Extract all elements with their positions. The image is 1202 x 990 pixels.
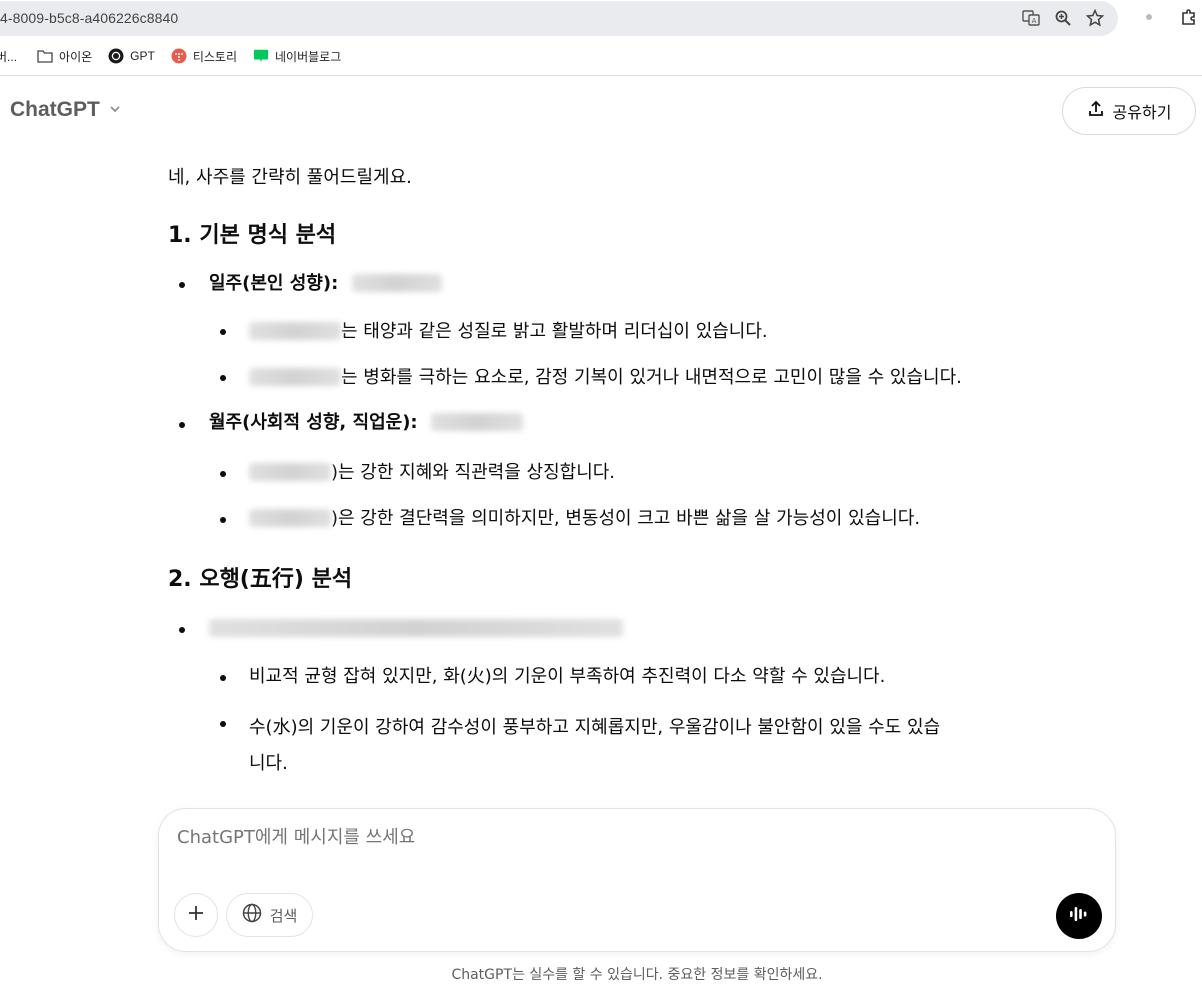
month-sub2-text: )은 강한 결단력을 의미하지만, 변동성이 크고 바쁜 삶을 살 가능성이 있… — [331, 508, 921, 529]
disclaimer-text: ChatGPT는 실수를 할 수 있습니다. 중요한 정보를 확인하세요. — [451, 967, 823, 983]
section-heading-1: 1. 기본 명식 분석 — [168, 223, 337, 248]
bookmark-label: GPT — [130, 49, 155, 63]
naver-blog-icon — [253, 48, 269, 64]
bullet-dot — [220, 329, 226, 335]
bullet-dot — [179, 282, 185, 288]
share-icon — [1087, 100, 1105, 122]
list-item-five-elements — [209, 616, 623, 642]
redacted-text — [431, 412, 524, 431]
folder-icon — [37, 48, 53, 64]
bookmark-label: 네이버블로그 — [275, 49, 342, 64]
redacted-text — [352, 273, 443, 292]
elem-sub2-line2: 니다. — [249, 753, 288, 774]
bookmark-naver-blog[interactable]: 네이버블로그 — [253, 44, 341, 68]
bullet-dot — [220, 375, 226, 381]
bullet-dot — [220, 721, 226, 727]
bookmarks-bar: 버... 아이온 GPT 티스토리 네이버블로그 — [0, 38, 1202, 74]
toolbar-divider — [0, 75, 1202, 76]
zoom-icon[interactable] — [1052, 7, 1074, 29]
bookmark-star-icon[interactable] — [1084, 7, 1106, 29]
bullet-dot — [220, 675, 226, 681]
message-composer: 검색 — [158, 808, 1116, 952]
list-item-day-pillar: 일주(본인 성향): — [209, 271, 443, 297]
address-bar[interactable]: 4-8009-b5c8-a406226c8840 A — [0, 1, 1118, 36]
bookmark-label: 버... — [0, 49, 18, 64]
day-pillar-label: 일주(본인 성향): — [209, 273, 339, 294]
model-selector[interactable]: ChatGPT — [10, 98, 122, 122]
list-item-month-sub1: )는 강한 지혜와 직관력을 상징합니다. — [249, 460, 615, 486]
share-button[interactable]: 공유하기 — [1062, 87, 1196, 135]
month-pillar-label: 월주(사회적 성향, 직업운): — [209, 412, 418, 433]
translate-icon[interactable]: A — [1020, 7, 1042, 29]
openai-logo-icon — [108, 48, 124, 64]
share-label: 공유하기 — [1112, 103, 1172, 122]
search-button[interactable]: 검색 — [226, 893, 313, 937]
month-sub1-text: )는 강한 지혜와 직관력을 상징합니다. — [331, 462, 616, 483]
day-sub2-text: 는 병화를 극하는 요소로, 감정 기복이 있거나 내면적으로 고민이 많을 수… — [341, 367, 962, 388]
bullet-dot — [179, 627, 185, 633]
attach-button[interactable] — [174, 893, 218, 937]
redacted-text — [249, 321, 341, 340]
bullet-dot — [220, 517, 226, 523]
bookmark-item-truncated[interactable]: 버... — [0, 44, 17, 68]
list-item-month-sub2: )은 강한 결단력을 의미하지만, 변동성이 크고 바쁜 삶을 살 가능성이 있… — [249, 506, 920, 532]
redacted-text — [249, 462, 331, 481]
intro-paragraph: 네, 사주를 간략히 풀어드릴게요. — [168, 167, 412, 188]
elem-sub2-line1: 수(水)의 기운이 강하여 감수성이 풍부하고 지혜롭지만, 우울감이나 불안함… — [249, 717, 941, 738]
url-text[interactable]: 4-8009-b5c8-a406226c8840 — [0, 10, 178, 26]
search-label: 검색 — [269, 906, 298, 925]
voice-mode-button[interactable] — [1056, 893, 1102, 939]
voice-waveform-icon — [1068, 904, 1090, 928]
redacted-text — [249, 367, 341, 386]
plus-icon — [187, 904, 205, 926]
day-sub1-text: 는 태양과 같은 성질로 밝고 활발하며 리더십이 있습니다. — [341, 321, 768, 342]
bookmark-tistory[interactable]: 티스토리 — [171, 44, 237, 68]
list-item-day-sub2: 는 병화를 극하는 요소로, 감정 기복이 있거나 내면적으로 고민이 많을 수… — [249, 365, 962, 391]
bookmark-label: 티스토리 — [192, 49, 238, 64]
redacted-text — [209, 618, 623, 637]
list-item-elem-sub2: 수(水)의 기운이 강하여 감수성이 풍부하고 지혜롭지만, 우울감이나 불안함… — [249, 710, 1089, 782]
bullet-dot — [220, 471, 226, 477]
extensions-puzzle-icon[interactable] — [1176, 4, 1202, 30]
bookmark-label: 아이온 — [59, 49, 93, 64]
extension-shield-icon[interactable] — [1136, 4, 1162, 30]
redacted-text — [249, 508, 331, 527]
bullet-dot — [179, 422, 185, 428]
svg-text:A: A — [1032, 17, 1037, 25]
tistory-icon — [171, 48, 187, 64]
list-item-day-sub1: 는 태양과 같은 성질로 밝고 활발하며 리더십이 있습니다. — [249, 319, 768, 345]
section-heading-2: 2. 오행(五行) 분석 — [168, 567, 353, 592]
browser-toolbar: 4-8009-b5c8-a406226c8840 A — [0, 0, 1202, 38]
list-item-month-pillar: 월주(사회적 성향, 직업운): — [209, 410, 524, 436]
chevron-down-icon — [108, 98, 122, 122]
bookmark-folder-aion[interactable]: 아이온 — [37, 44, 92, 68]
globe-icon — [242, 903, 262, 927]
app-title: ChatGPT — [10, 98, 100, 121]
list-item-elem-sub1: 비교적 균형 잡혀 있지만, 화(火)의 기운이 부족하여 추진력이 다소 약할… — [249, 666, 886, 687]
bookmark-gpt[interactable]: GPT — [108, 44, 155, 68]
message-input[interactable] — [177, 827, 1057, 848]
